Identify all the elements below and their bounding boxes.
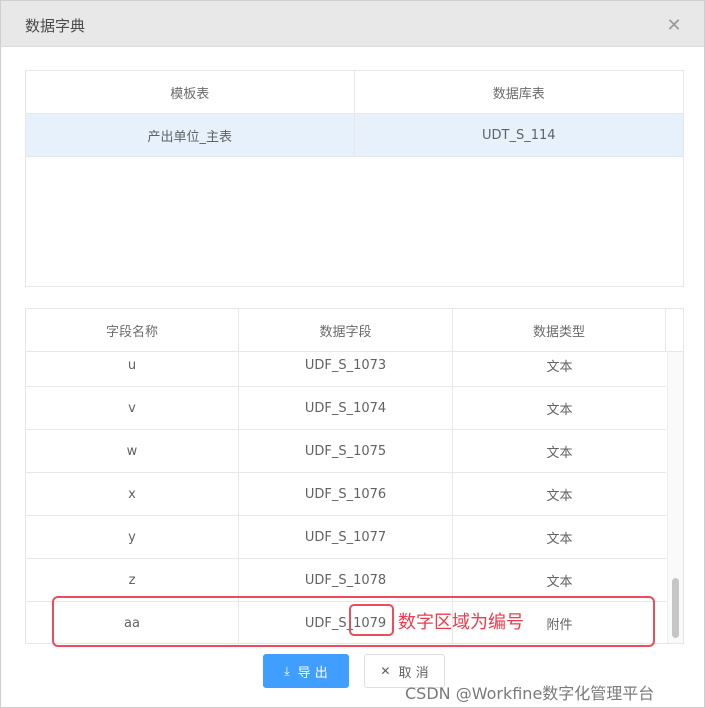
data-field-cell: UDF_S_1075: [239, 430, 453, 473]
download-icon: ⤓: [284, 663, 290, 678]
data-dictionary-dialog: 数据字典 ✕ 模板表 数据库表 产出单位_主表 UDT_S_114 字段名称 数…: [0, 0, 705, 708]
dialog-header: 数据字典 ✕: [1, 1, 704, 47]
export-button[interactable]: ⤓ 导 出: [263, 654, 349, 688]
field-name-cell: u: [26, 344, 239, 387]
field-name-cell: y: [26, 516, 239, 559]
scrollbar-thumb[interactable]: [672, 578, 679, 638]
table-row[interactable]: z UDF_S_1078 文本: [26, 559, 666, 602]
table-row[interactable]: u UDF_S_1073 文本: [26, 344, 666, 387]
data-field-cell: UDF_S_1077: [239, 516, 453, 559]
data-type-cell: 文本: [546, 575, 573, 590]
field-name-cell: v: [26, 387, 239, 430]
data-type-cell: 文本: [546, 532, 573, 547]
watermark: CSDN @Workfine数字化管理平台: [405, 684, 655, 703]
table-row[interactable]: aa UDF_S_1079 附件: [26, 602, 666, 643]
data-field-cell: UDF_S_1076: [239, 473, 453, 516]
table-row[interactable]: w UDF_S_1075 文本: [26, 430, 666, 473]
field-name-cell: x: [26, 473, 239, 516]
vertical-scrollbar[interactable]: [667, 352, 683, 643]
header-gutter: [666, 309, 683, 351]
table-row[interactable]: x UDF_S_1076 文本: [26, 473, 666, 516]
field-table: 字段名称 数据字段 数据类型 u UDF_S_1073 文本 v UDF_S_1…: [25, 308, 684, 644]
table-row[interactable]: y UDF_S_1077 文本: [26, 516, 666, 559]
header-database-table[interactable]: 数据库表: [355, 71, 684, 113]
data-type-cell: 文本: [546, 489, 573, 504]
table-row[interactable]: v UDF_S_1074 文本: [26, 387, 666, 430]
close-icon: ✕: [380, 664, 391, 678]
annotation-text: 数字区域为编号: [398, 612, 524, 633]
template-name-cell: 产出单位_主表: [26, 114, 355, 156]
data-field-cell: UDF_S_1078: [239, 559, 453, 602]
data-type-cell: 文本: [546, 403, 573, 418]
field-name-cell: w: [26, 430, 239, 473]
header-template-table[interactable]: 模板表: [26, 71, 355, 113]
data-type-cell: 文本: [546, 446, 573, 461]
field-name-cell: z: [26, 559, 239, 602]
field-table-body: u UDF_S_1073 文本 v UDF_S_1074 文本 w UDF_S_…: [26, 344, 666, 643]
data-type-cell: 文本: [546, 360, 573, 375]
field-name-cell: aa: [26, 602, 239, 643]
close-icon[interactable]: ✕: [665, 16, 683, 34]
export-button-label: 导 出: [297, 665, 328, 681]
table-row[interactable]: 产出单位_主表 UDT_S_114: [26, 114, 683, 157]
cancel-button-label: 取 消: [398, 665, 429, 681]
template-table: 模板表 数据库表 产出单位_主表 UDT_S_114: [25, 70, 684, 287]
template-table-header: 模板表 数据库表: [26, 71, 683, 114]
database-table-cell: UDT_S_114: [481, 127, 556, 143]
dialog-title: 数据字典: [25, 17, 86, 35]
data-field-cell: UDF_S_1074: [239, 387, 453, 430]
data-field-cell: UDF_S_1073: [239, 344, 453, 387]
